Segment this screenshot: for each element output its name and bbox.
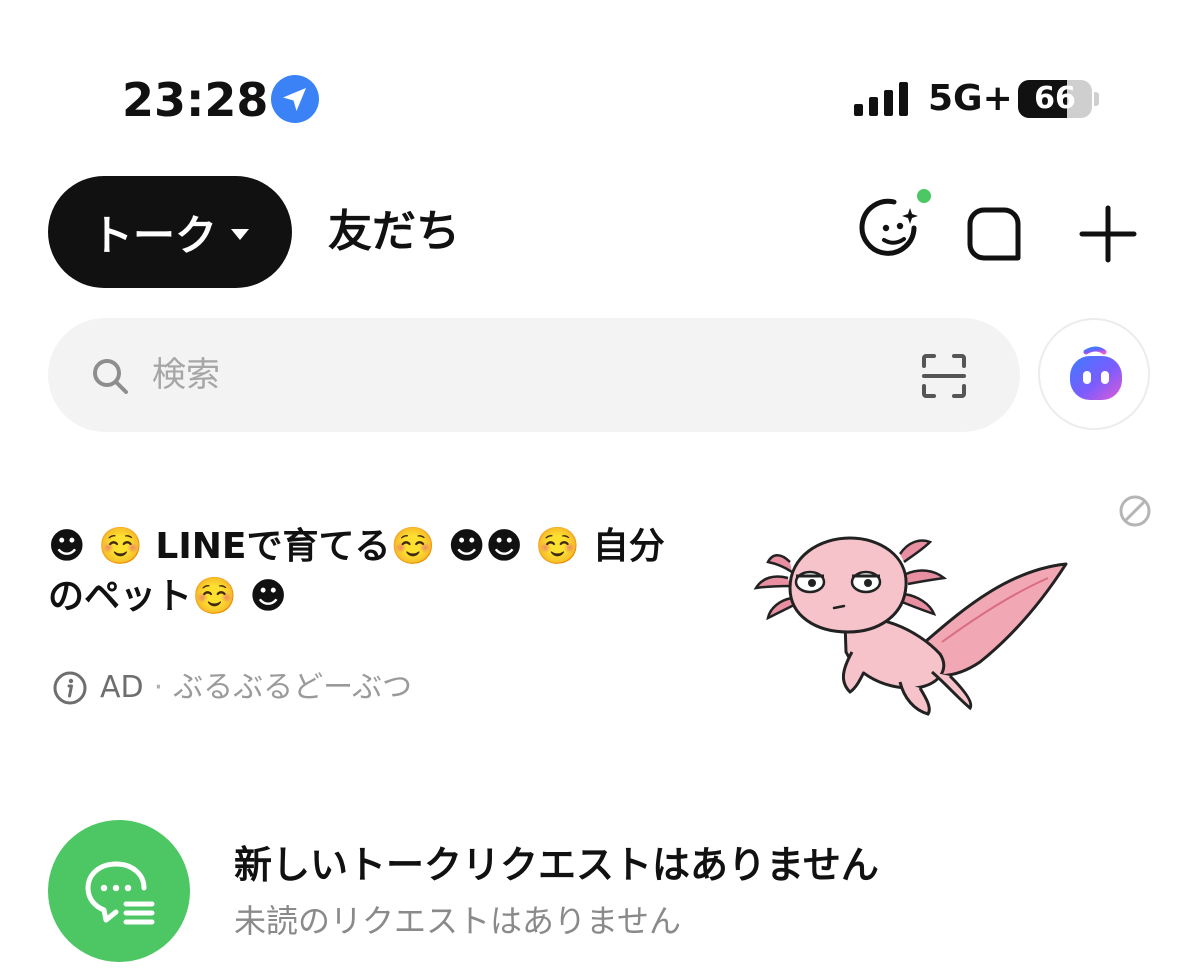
chat-request-icon bbox=[85, 861, 155, 925]
ad-meta: AD · ぶるぶるどーぶつ bbox=[52, 666, 412, 710]
ad-sponsor: ぶるぶるどーぶつ bbox=[173, 670, 412, 705]
talk-request-icon-badge[interactable] bbox=[48, 820, 190, 962]
status-time: 23:28 bbox=[122, 73, 269, 127]
battery-percent: 66 bbox=[1034, 81, 1076, 116]
plus-icon[interactable] bbox=[1078, 204, 1138, 264]
ad-title[interactable]: ☻ ☺️ LINEで育てる☺️ ☻☻ ☺️ 自分のペット☺️ ☻ bbox=[48, 522, 688, 622]
talk-request-title[interactable]: 新しいトークリクエストはありません bbox=[234, 838, 879, 892]
battery-cap bbox=[1094, 92, 1099, 106]
line-talk-screen: 23:28 5G+ 66 トーク 友だち 検索 ☻ ☺️ LINEで育てる☺️ … bbox=[0, 0, 1200, 979]
ai-assistant-icon bbox=[1070, 346, 1122, 400]
battery-indicator: 66 bbox=[1018, 80, 1092, 118]
location-arrow-icon bbox=[271, 75, 319, 123]
chevron-down-icon bbox=[231, 228, 249, 240]
search-icon bbox=[93, 359, 128, 394]
square-icon[interactable] bbox=[964, 204, 1024, 264]
notification-dot bbox=[917, 189, 931, 203]
tab-talk-label: トーク bbox=[90, 210, 217, 260]
axolotl-illustration[interactable] bbox=[750, 512, 1080, 722]
search-bar[interactable]: 検索 bbox=[48, 318, 1020, 432]
search-input[interactable]: 検索 bbox=[152, 352, 220, 398]
face-sparkle-icon[interactable] bbox=[854, 186, 934, 266]
tab-friends[interactable]: 友だち bbox=[328, 200, 460, 264]
ad-label: AD bbox=[100, 670, 144, 705]
tab-talk[interactable]: トーク bbox=[48, 176, 292, 288]
hide-ad-icon[interactable] bbox=[1118, 494, 1152, 528]
ad-separator: · bbox=[153, 670, 164, 705]
signal-bars-icon bbox=[854, 82, 908, 116]
ai-assistant-button[interactable] bbox=[1038, 318, 1150, 430]
network-type: 5G+ bbox=[928, 78, 1013, 119]
info-icon[interactable] bbox=[52, 670, 88, 706]
scan-icon[interactable] bbox=[920, 352, 968, 400]
talk-request-subtitle: 未読のリクエストはありません bbox=[234, 902, 682, 940]
